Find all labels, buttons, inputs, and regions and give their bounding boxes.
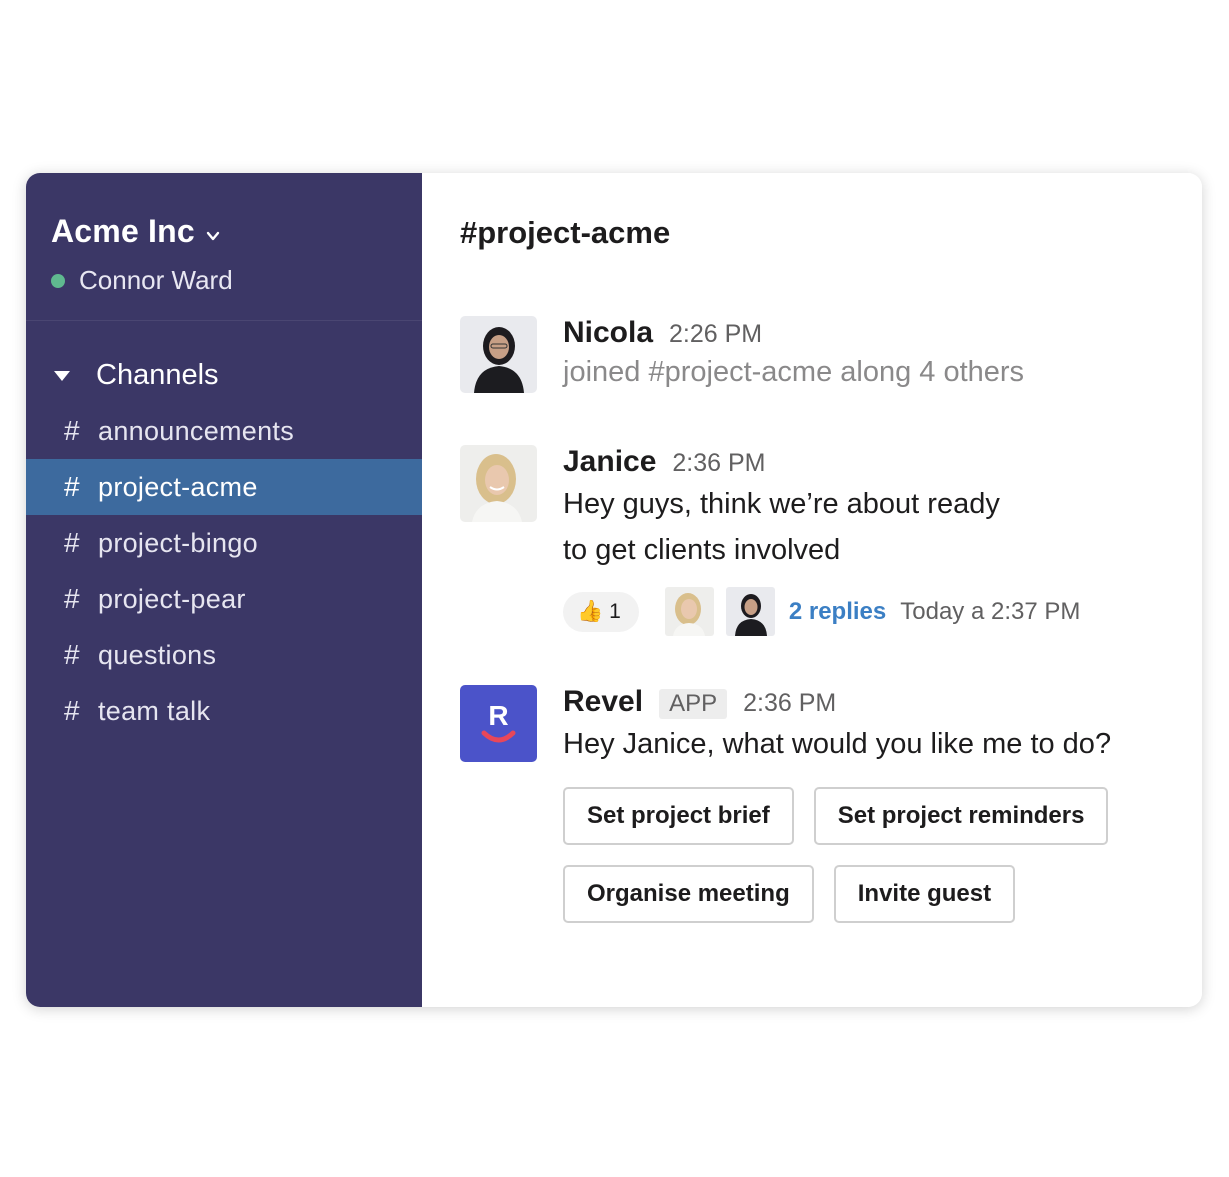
channel-name: project-pear bbox=[98, 583, 246, 614]
channel-title: #project-acme bbox=[460, 215, 671, 250]
app-badge: APP bbox=[659, 689, 728, 719]
hash-icon: # bbox=[64, 527, 80, 558]
chevron-down-icon bbox=[206, 231, 220, 240]
current-user[interactable]: Connor Ward bbox=[51, 265, 233, 296]
invite-guest-button[interactable]: Invite guest bbox=[833, 865, 1016, 923]
logo-letter: R bbox=[488, 700, 508, 731]
avatar[interactable] bbox=[460, 445, 537, 522]
author-name[interactable]: Revel bbox=[563, 685, 643, 719]
workspace-name: Acme Inc bbox=[51, 213, 195, 249]
hash-icon: # bbox=[64, 695, 80, 726]
revel-app-logo[interactable]: R bbox=[460, 685, 537, 762]
thumbs-up-icon: 👍 bbox=[577, 599, 604, 623]
replies-link[interactable]: 2 replies bbox=[789, 598, 886, 626]
organise-meeting-button[interactable]: Organise meeting bbox=[563, 865, 814, 923]
timestamp[interactable]: 2:26 PM bbox=[669, 320, 762, 349]
system-message-text: joined #project-acme along 4 others bbox=[563, 356, 1025, 388]
reaction-count: 1 bbox=[609, 599, 621, 623]
set-project-brief-button[interactable]: Set project brief bbox=[563, 787, 794, 845]
channel-name: questions bbox=[98, 639, 217, 670]
channels-section-toggle[interactable]: Channels bbox=[54, 359, 219, 392]
sidebar-item-announcements[interactable]: # announcements bbox=[26, 403, 422, 459]
sidebar: Acme Inc Connor Ward Channels # announce… bbox=[26, 173, 422, 1007]
author-name[interactable]: Nicola bbox=[563, 316, 653, 350]
avatar[interactable] bbox=[460, 316, 537, 393]
sidebar-item-project-pear[interactable]: # project-pear bbox=[26, 571, 422, 627]
timestamp[interactable]: 2:36 PM bbox=[743, 689, 836, 718]
hash-icon: # bbox=[64, 639, 80, 670]
set-project-reminders-button[interactable]: Set project reminders bbox=[813, 787, 1109, 845]
channel-name: project-bingo bbox=[98, 527, 258, 558]
sidebar-item-questions[interactable]: # questions bbox=[26, 627, 422, 683]
workspace-switcher[interactable]: Acme Inc bbox=[51, 213, 221, 250]
timestamp[interactable]: 2:36 PM bbox=[672, 449, 765, 478]
hash-icon: # bbox=[64, 415, 80, 446]
hash-icon: # bbox=[64, 471, 80, 502]
action-buttons: Set project brief Set project reminders … bbox=[563, 787, 1183, 923]
message-text: Hey Janice, what would you like me to do… bbox=[563, 728, 1112, 760]
sidebar-item-project-acme[interactable]: # project-acme bbox=[26, 459, 422, 515]
author-name[interactable]: Janice bbox=[563, 445, 656, 479]
user-name: Connor Ward bbox=[79, 265, 233, 295]
caret-down-icon bbox=[54, 370, 70, 381]
channel-name: project-acme bbox=[98, 471, 258, 502]
channel-list: # announcements # project-acme # project… bbox=[26, 403, 422, 739]
presence-indicator bbox=[51, 273, 65, 288]
sidebar-divider bbox=[26, 320, 422, 321]
hash-icon: # bbox=[64, 583, 80, 614]
message-text-line: Hey guys, think we’re about ready bbox=[563, 488, 1000, 520]
app-window: Acme Inc Connor Ward Channels # announce… bbox=[26, 173, 1202, 1007]
sidebar-item-team-talk[interactable]: # team talk bbox=[26, 683, 422, 739]
avatar[interactable] bbox=[664, 587, 714, 636]
channel-name: team talk bbox=[98, 695, 211, 726]
avatar[interactable] bbox=[725, 587, 775, 636]
message-pane: #project-acme Nicola 2:26 PM joined #pro… bbox=[422, 173, 1202, 1007]
sidebar-item-project-bingo[interactable]: # project-bingo bbox=[26, 515, 422, 571]
message-text-line: to get clients involved bbox=[563, 534, 841, 566]
channel-name: announcements bbox=[98, 415, 295, 446]
thread-summary: 👍 1 2 replies Today a 2:37 PM bbox=[563, 587, 1183, 636]
channels-label: Channels bbox=[96, 359, 219, 391]
last-reply-time: Today a 2:37 PM bbox=[900, 597, 1081, 625]
reaction-pill[interactable]: 👍 1 bbox=[563, 591, 639, 632]
